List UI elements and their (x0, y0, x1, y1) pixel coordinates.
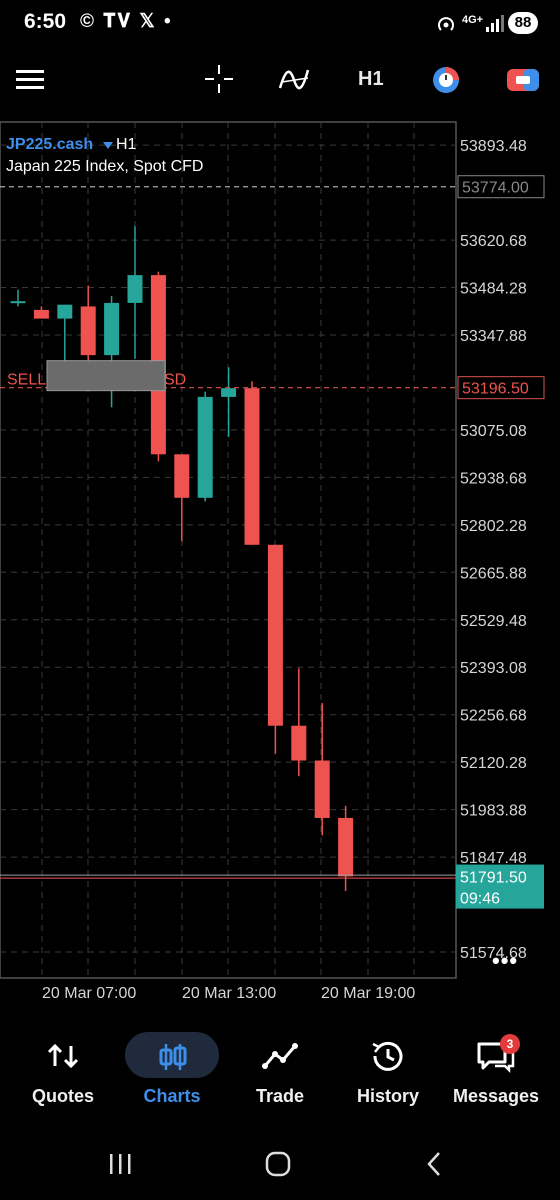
chart-symbol[interactable]: JP225.cash (6, 136, 93, 154)
sell-order-label-end: SD (164, 372, 186, 389)
price-axis-label: 53075.08 (460, 423, 527, 440)
candle-body[interactable] (267, 544, 283, 726)
current-price: 51791.50 (460, 870, 527, 887)
candle-body[interactable] (291, 725, 307, 761)
crosshair-icon[interactable] (204, 64, 234, 94)
chart-timeframe: H1 (116, 136, 137, 153)
trade-icon (262, 1043, 298, 1069)
history-icon (372, 1041, 403, 1071)
battery-indicator: 88 (508, 12, 538, 34)
candle-body[interactable] (104, 302, 120, 356)
candle-body[interactable] (338, 817, 354, 877)
candle-body[interactable] (244, 388, 260, 545)
status-time: 6:50 (24, 10, 67, 33)
sell-level-price: 53196.50 (462, 381, 529, 398)
nav-trade[interactable]: Trade (224, 1030, 336, 1130)
nav-label-trade: Trade (255, 1086, 305, 1106)
candle-countdown: 09:46 (460, 891, 500, 908)
bottom-navigation: Quotes Charts Trade History Messages (0, 1030, 560, 1130)
symbol-dropdown-icon[interactable] (103, 142, 113, 150)
candle-body[interactable] (174, 454, 190, 498)
nav-label-history: History (356, 1086, 419, 1106)
notification-icons: © 𝐓𝐕 𝕏 • (80, 11, 173, 32)
price-chart[interactable]: 53893.48 53620.68 53484.28 53347.88 53075.08… (0, 120, 560, 1020)
candle-body[interactable] (33, 309, 49, 319)
hotspot-icon (438, 17, 454, 31)
nav-charts[interactable]: Charts (116, 1030, 228, 1130)
price-axis-label: 51983.88 (460, 803, 527, 820)
price-axis-label: 52665.88 (460, 565, 527, 582)
indicators-icon[interactable] (278, 64, 310, 94)
candle-body[interactable] (80, 306, 96, 356)
nav-messages[interactable]: Messages (440, 1030, 552, 1130)
sell-order-label: SELL (7, 372, 46, 389)
candle-body[interactable] (127, 275, 143, 303)
candle-body[interactable] (10, 301, 26, 304)
recent-apps-icon[interactable] (108, 1152, 134, 1176)
system-navigation (0, 1130, 560, 1200)
candle-body[interactable] (197, 396, 213, 498)
price-axis-label: 52938.68 (460, 470, 527, 487)
time-axis-label: 20 Mar 13:00 (182, 985, 276, 1002)
price-axis-label: 53893.48 (460, 138, 527, 155)
messages-badge: 3 (500, 1034, 520, 1054)
network-type: 4G+ (462, 14, 484, 26)
nav-label-quotes: Quotes (31, 1086, 94, 1106)
time-axis-label: 20 Mar 07:00 (42, 985, 136, 1002)
price-axis-label: 53347.88 (460, 328, 527, 345)
price-axis-label: 51847.48 (460, 850, 527, 867)
candle-body[interactable] (221, 388, 237, 397)
more-options-icon[interactable]: ••• (492, 948, 518, 974)
chart-description: Japan 225 Index, Spot CFD (6, 158, 204, 175)
nav-history[interactable]: History (332, 1030, 444, 1130)
redacted-block (46, 360, 166, 392)
time-axis-label: 20 Mar 19:00 (321, 985, 415, 1002)
charts-icon (159, 1044, 187, 1070)
nav-quotes[interactable]: Quotes (7, 1030, 119, 1130)
timeframe-selector[interactable]: H1 (358, 68, 384, 91)
candle-body[interactable] (314, 760, 330, 818)
hamburger-menu-icon[interactable] (16, 68, 44, 92)
trade-panel-icon[interactable] (506, 66, 540, 94)
chart-toolbar: H1 (0, 52, 560, 112)
status-bar: 6:50 © 𝐓𝐕 𝕏 • 4G+ 88 (0, 0, 560, 48)
price-axis-label: 52802.28 (460, 518, 527, 535)
quotes-icon (47, 1043, 79, 1069)
price-level-label: 53774.00 (462, 180, 529, 197)
home-icon[interactable] (264, 1150, 292, 1178)
price-axis-label: 53484.28 (460, 281, 527, 298)
price-axis-label: 52529.48 (460, 613, 527, 630)
nav-label-messages: Messages (452, 1086, 540, 1106)
candle-body[interactable] (57, 304, 73, 319)
signal-icon (486, 15, 504, 32)
nav-label-charts: Charts (143, 1086, 201, 1106)
price-axis-label: 52256.68 (460, 708, 527, 725)
price-axis-label: 52393.08 (460, 660, 527, 677)
price-axis-label: 53620.68 (460, 233, 527, 250)
back-icon[interactable] (424, 1150, 444, 1178)
price-axis-label: 52120.28 (460, 755, 527, 772)
one-click-trading-icon[interactable] (430, 64, 462, 96)
